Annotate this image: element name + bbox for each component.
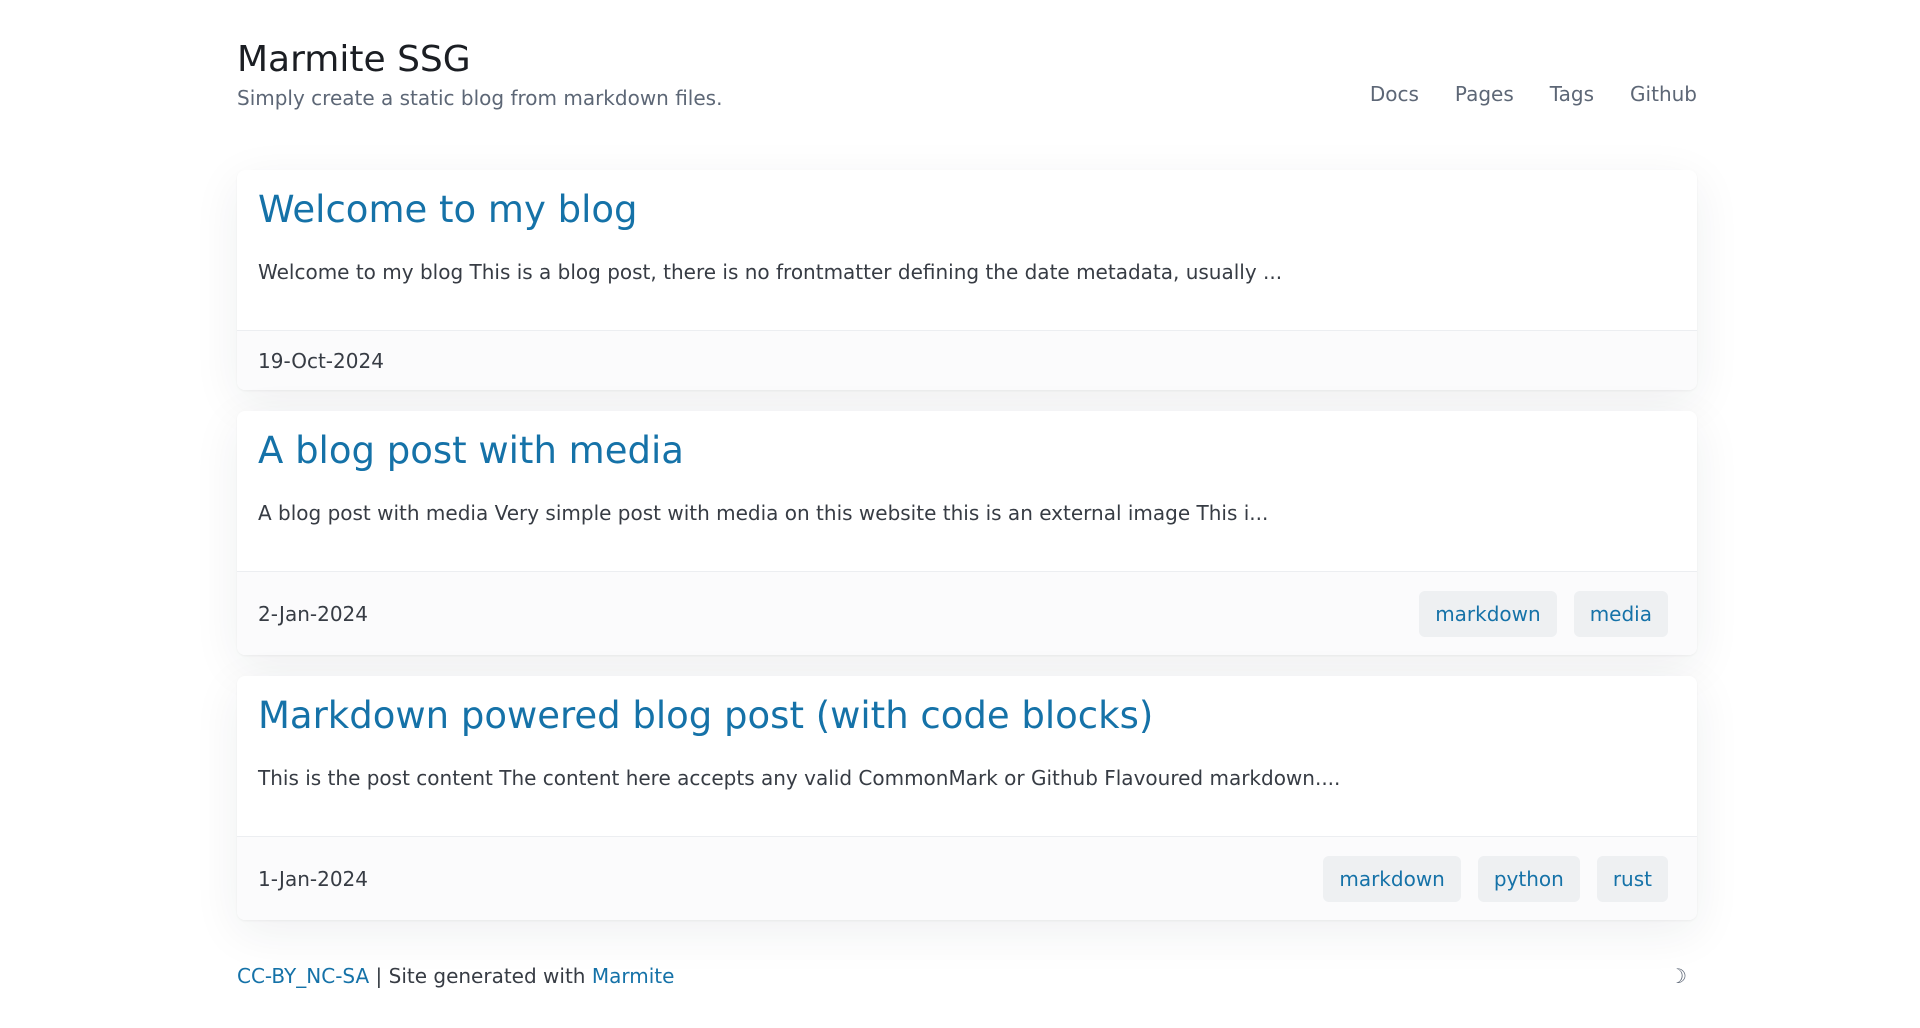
post-excerpt: A blog post with media Very simple post … — [258, 501, 1269, 525]
post-card: Markdown powered blog post (with code bl… — [237, 676, 1697, 920]
post-title[interactable]: A blog post with media — [258, 411, 1676, 475]
site-title[interactable]: Marmite SSG — [237, 36, 471, 84]
post-card-footer: 1-Jan-2024 markdown python rust — [237, 836, 1697, 920]
tag-media[interactable]: media — [1573, 590, 1668, 637]
tag-rust[interactable]: rust — [1596, 855, 1668, 902]
post-tags: markdown python rust — [1323, 855, 1668, 902]
tag-python[interactable]: python — [1477, 855, 1580, 902]
post-card: A blog post with media A blog post with … — [237, 411, 1697, 655]
page-container: Marmite SSG Simply create a static blog … — [237, 0, 1697, 988]
footer-text: | Site generated with — [369, 964, 592, 988]
post-card-body: Markdown powered blog post (with code bl… — [237, 676, 1697, 792]
site-tagline: Simply create a static blog from markdow… — [237, 86, 723, 110]
moon-icon[interactable]: ☽ — [1669, 962, 1687, 990]
post-tags: markdown media — [1419, 590, 1668, 637]
site-header: Marmite SSG Simply create a static blog … — [237, 0, 1697, 168]
nav-link-github[interactable]: Github — [1630, 80, 1697, 108]
post-excerpt: Welcome to my blog This is a blog post, … — [258, 260, 1283, 284]
post-title[interactable]: Markdown powered blog post (with code bl… — [258, 676, 1676, 740]
post-title[interactable]: Welcome to my blog — [258, 170, 1676, 234]
nav-link-tags[interactable]: Tags — [1550, 80, 1594, 108]
generator-link[interactable]: Marmite — [592, 964, 675, 988]
post-excerpt: This is the post content The content her… — [258, 766, 1341, 790]
nav-link-docs[interactable]: Docs — [1370, 80, 1419, 108]
post-card: Welcome to my blog Welcome to my blog Th… — [237, 170, 1697, 390]
post-date: 19-Oct-2024 — [258, 348, 384, 373]
post-date: 1-Jan-2024 — [258, 866, 368, 891]
post-card-body: Welcome to my blog Welcome to my blog Th… — [237, 170, 1697, 286]
post-card-footer: 19-Oct-2024 — [237, 330, 1697, 390]
post-card-footer: 2-Jan-2024 markdown media — [237, 571, 1697, 655]
nav-link-pages[interactable]: Pages — [1455, 80, 1514, 108]
main-nav: Docs Pages Tags Github — [1370, 80, 1697, 108]
tag-markdown[interactable]: markdown — [1419, 590, 1557, 637]
site-footer: CC-BY_NC-SA | Site generated with Marmit… — [237, 962, 1697, 990]
license-link[interactable]: CC-BY_NC-SA — [237, 964, 369, 988]
tag-markdown[interactable]: markdown — [1323, 855, 1461, 902]
post-date: 2-Jan-2024 — [258, 601, 368, 626]
post-card-body: A blog post with media A blog post with … — [237, 411, 1697, 527]
